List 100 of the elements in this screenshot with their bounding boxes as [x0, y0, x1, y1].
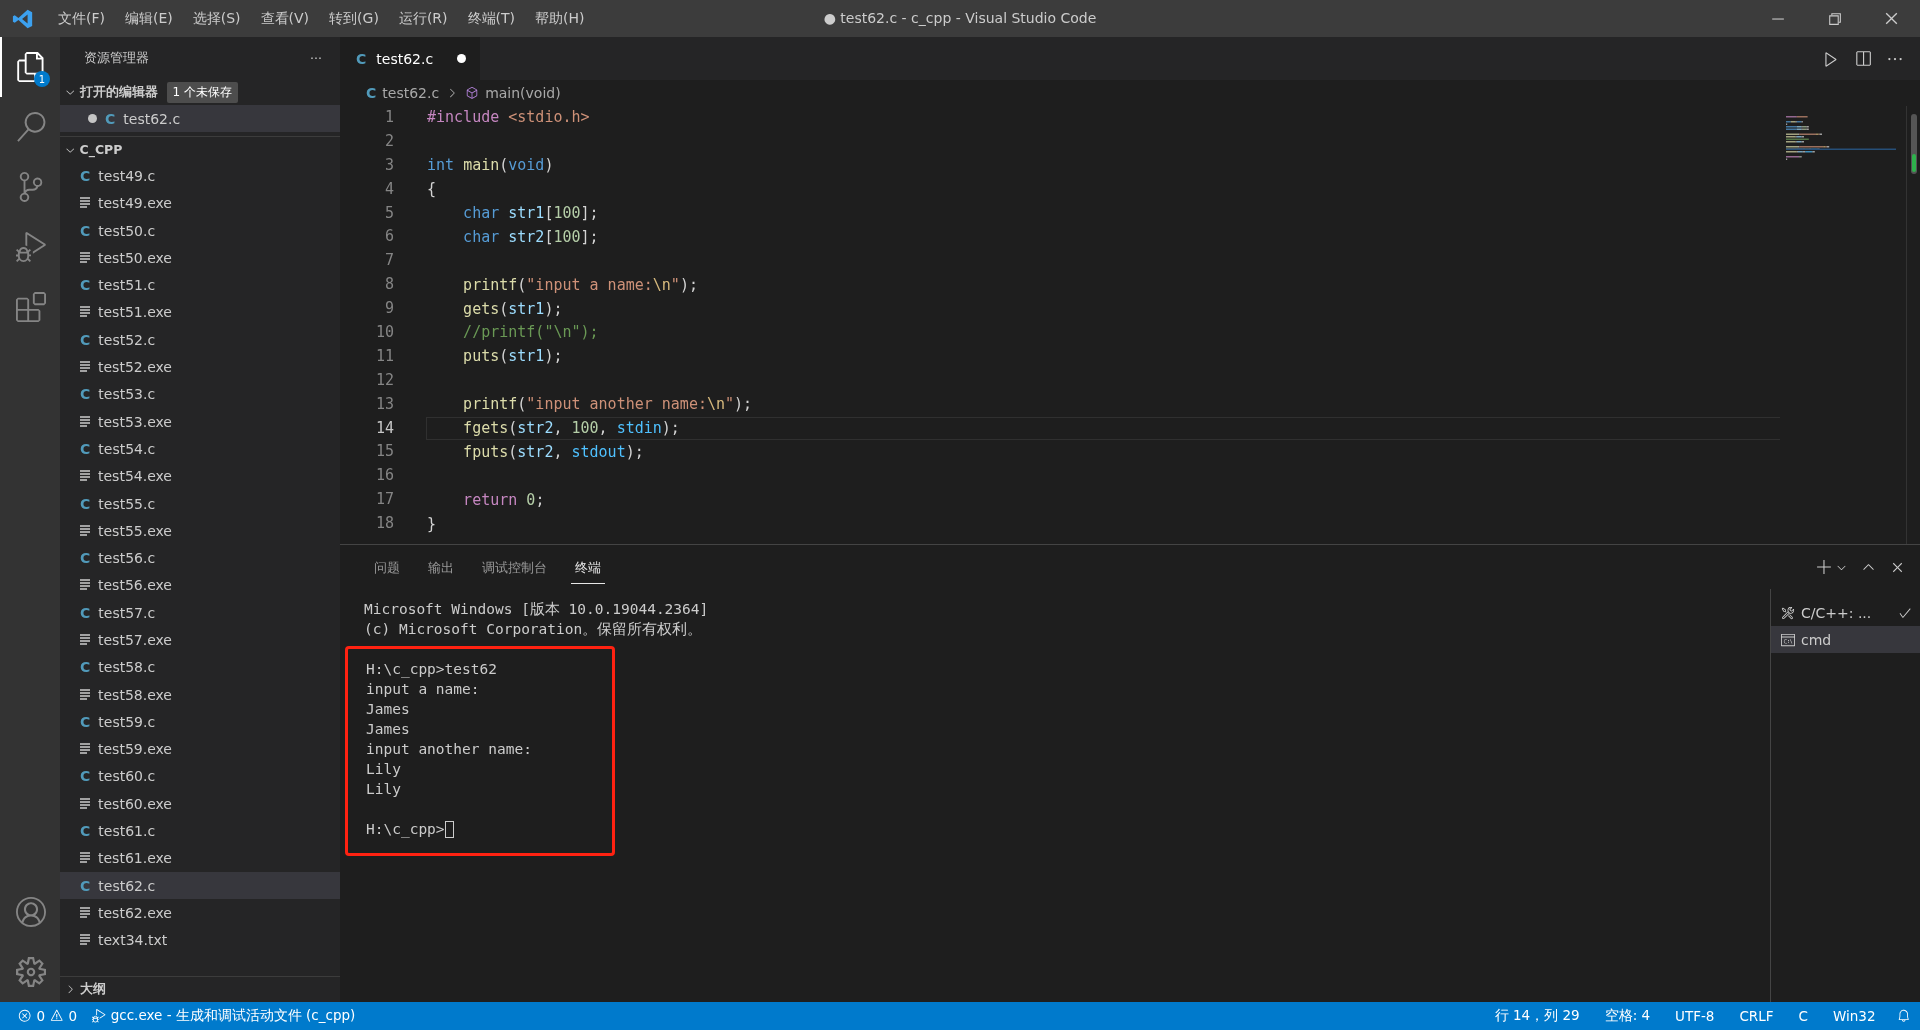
file-name: test52.c [98, 331, 156, 348]
file-item[interactable]: C test51.c [60, 271, 340, 299]
lines-icon [80, 415, 90, 428]
file-name: test53.exe [98, 413, 172, 430]
code-line: } [427, 513, 437, 535]
file-name: test62.c [123, 110, 181, 127]
error-icon[interactable] [18, 1009, 32, 1023]
line-number: 9 [383, 298, 395, 320]
file-item[interactable]: test60.exe [60, 790, 340, 818]
file-item[interactable]: text34.txt [60, 926, 340, 954]
debug-icon [16, 232, 46, 262]
window-title: ● test62.c - c_cpp - Visual Studio Code [823, 10, 1097, 26]
breadcrumb-item[interactable]: main(void) [485, 85, 561, 101]
more-button[interactable]: ··· [310, 50, 322, 66]
menu-item[interactable]: 选择(S) [182, 9, 251, 28]
file-item[interactable]: C test62.c [60, 872, 340, 900]
file-item[interactable]: C test57.c [60, 599, 340, 627]
lines-icon [80, 361, 90, 373]
restore-icon[interactable] [1826, 10, 1843, 27]
file-item[interactable]: C test49.c [60, 162, 340, 190]
status-item[interactable]: C [1792, 1008, 1814, 1024]
status-item[interactable]: Win32 [1826, 1008, 1882, 1024]
error-count[interactable]: 0 [36, 1008, 46, 1024]
task-status[interactable]: gcc.exe - 生成和调试活动文件 (c_cpp) [110, 1007, 356, 1025]
file-item[interactable]: test58.exe [60, 680, 340, 709]
terminal-item[interactable]: C/C++: ... [1771, 599, 1920, 626]
line-number: 14 [374, 417, 395, 439]
file-name: test59.c [98, 713, 156, 730]
terminal-line: input a name: [366, 680, 480, 699]
menu-item[interactable]: 转到(G) [319, 9, 389, 28]
menu-item[interactable]: 查看(V) [250, 9, 320, 28]
tab-label: test62.c [376, 50, 434, 67]
file-item[interactable]: test57.exe [60, 626, 340, 654]
file-item[interactable]: C test61.c [60, 817, 340, 845]
add-icon[interactable] [1816, 558, 1833, 576]
section-title[interactable]: 打开的编辑器 [79, 83, 158, 101]
cursor-icon [444, 820, 454, 838]
file-item[interactable]: test59.exe [60, 735, 340, 763]
line-number: 13 [374, 393, 395, 415]
code-line: { [427, 179, 437, 201]
file-item[interactable]: test50.exe [60, 244, 340, 272]
panel-tab[interactable]: 调试控制台 [478, 550, 551, 584]
breadcrumb-item[interactable]: test62.c [382, 85, 440, 101]
terminal-line: input another name: [366, 740, 532, 759]
file-item[interactable]: C test60.c [60, 762, 340, 791]
file-name: test62.c [98, 877, 156, 894]
file-item[interactable]: C test56.c [60, 544, 340, 572]
file-item[interactable]: test62.exe [60, 899, 340, 927]
menu-item[interactable]: 运行(R) [388, 9, 458, 28]
c-file-icon: C [356, 50, 367, 67]
panel-tab[interactable]: 输出 [424, 550, 458, 584]
file-item[interactable]: test61.exe [60, 844, 340, 872]
file-item[interactable]: C test52.c [60, 326, 340, 354]
file-item[interactable]: C test53.c [60, 380, 340, 408]
c-file-icon: C [80, 495, 91, 512]
file-item[interactable]: C test58.c [60, 653, 340, 681]
file-item[interactable]: test49.exe [60, 189, 340, 217]
file-name: test56.exe [98, 577, 172, 594]
status-item[interactable]: 空格: 4 [1598, 1007, 1657, 1025]
file-item[interactable]: C test55.c [60, 489, 340, 518]
file-item[interactable]: C test59.c [60, 708, 340, 736]
menu-item[interactable]: 文件(F) [48, 9, 115, 28]
menu-item[interactable]: 终端(T) [457, 9, 525, 28]
line-number: 2 [383, 130, 395, 152]
account-icon[interactable] [16, 897, 46, 927]
code-line: char str1[100]; [462, 203, 599, 224]
split-editor-icon[interactable] [1854, 49, 1872, 68]
status-item[interactable]: CRLF [1733, 1008, 1780, 1024]
file-item[interactable]: test54.exe [60, 462, 340, 490]
file-item[interactable]: test56.exe [60, 571, 340, 600]
scrollbar-icon[interactable] [1909, 114, 1919, 174]
file-item[interactable]: test55.exe [60, 517, 340, 545]
warning-count[interactable]: 0 [68, 1008, 88, 1024]
code-line: char str2[100]; [462, 226, 599, 248]
menu-item[interactable]: 帮助(H) [525, 9, 595, 28]
status-item[interactable]: 行 14，列 29 [1488, 1007, 1586, 1025]
debug-icon[interactable] [92, 1009, 106, 1023]
open-editor-item[interactable]: C test62.c [60, 105, 340, 133]
file-item[interactable]: test53.exe [60, 407, 340, 436]
file-name: test61.exe [98, 850, 172, 867]
close-icon[interactable] [1883, 10, 1900, 27]
file-name: test51.exe [98, 304, 172, 321]
folder-title[interactable]: C_CPP [79, 142, 123, 158]
file-item[interactable]: test51.exe [60, 298, 340, 327]
editor-tab[interactable]: C test62.c [340, 37, 480, 80]
menu-item[interactable]: 编辑(E) [115, 9, 183, 28]
status-item[interactable]: UTF-8 [1669, 1008, 1721, 1024]
section-title[interactable]: 大纲 [79, 981, 106, 998]
file-item[interactable]: C test54.c [60, 435, 340, 463]
bell-icon[interactable] [1896, 1009, 1910, 1023]
warning-icon[interactable] [50, 1009, 64, 1023]
panel-tab[interactable]: 终端 [571, 550, 605, 584]
panel-tab[interactable]: 问题 [370, 550, 404, 584]
file-item[interactable]: test52.exe [60, 353, 340, 381]
terminal-line: H:\c_cpp>test62 [366, 660, 497, 679]
file-item[interactable]: C test50.c [60, 216, 340, 245]
file-name: test57.exe [98, 632, 172, 648]
settings-icon[interactable] [16, 957, 46, 987]
terminal-item[interactable]: cmd [1771, 626, 1920, 653]
file-name: test58.exe [98, 686, 172, 703]
